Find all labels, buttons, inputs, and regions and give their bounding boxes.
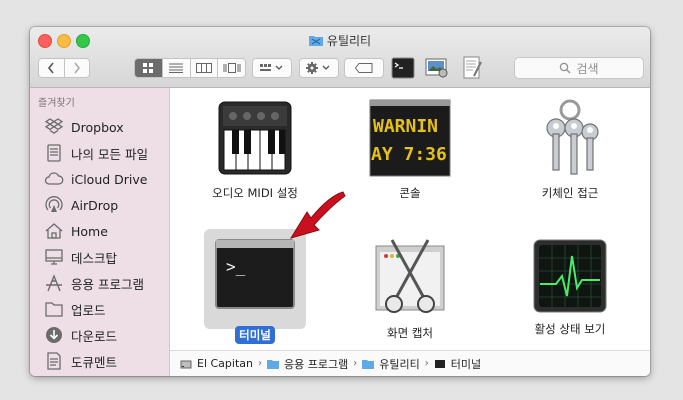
file-label-selected: 터미널 xyxy=(235,326,275,344)
file-item-terminal[interactable]: >_ 터미널 xyxy=(195,238,315,344)
list-icon xyxy=(169,63,184,73)
sidebar-item-label: 업로드 xyxy=(71,302,106,318)
desktop-icon xyxy=(45,249,63,265)
console-display-line2: AY 7:36 xyxy=(371,144,447,165)
home-icon xyxy=(45,223,63,239)
screenshot-icon xyxy=(375,239,445,313)
view-icon-button[interactable] xyxy=(135,59,162,77)
view-mode-group xyxy=(134,58,246,78)
sidebar-item-label: AirDrop xyxy=(71,197,119,213)
applications-folder-icon xyxy=(267,359,279,369)
sidebar-item-label: 도큐멘트 xyxy=(71,354,118,370)
view-list-button[interactable] xyxy=(161,59,190,77)
sidebar-item-airdrop[interactable]: AirDrop xyxy=(44,194,118,216)
sidebar-item-downloads[interactable]: 다운로드 xyxy=(44,324,117,346)
chevron-right-icon xyxy=(74,62,80,74)
arrange-button[interactable] xyxy=(252,58,292,78)
applications-icon xyxy=(46,274,62,292)
disk-icon xyxy=(180,360,192,368)
utilities-folder-icon xyxy=(308,36,323,46)
tag-button[interactable] xyxy=(344,58,384,78)
cloud-icon xyxy=(44,172,64,185)
activity-monitor-icon xyxy=(533,239,607,313)
sidebar-item-upload[interactable]: 업로드 xyxy=(44,298,106,320)
download-icon xyxy=(46,327,62,343)
sidebar-item-label: 데스크탑 xyxy=(71,250,118,266)
back-button[interactable] xyxy=(39,59,64,77)
file-label: 콘솔 xyxy=(399,186,421,200)
file-item-screenshot[interactable]: 화면 캡처 xyxy=(350,238,470,342)
chevron-left-icon xyxy=(48,62,54,74)
path-separator-icon: › xyxy=(424,358,429,369)
search-icon xyxy=(560,62,571,74)
console-display-line1: WARNIN xyxy=(373,116,438,137)
sidebar-item-applications[interactable]: 응용 프로그램 xyxy=(44,272,144,294)
sidebar-item-home[interactable]: Home xyxy=(44,220,108,242)
terminal-prompt-text: >_ xyxy=(226,257,246,276)
sidebar-item-desktop[interactable]: 데스크탑 xyxy=(44,246,117,268)
path-separator-icon: › xyxy=(258,358,262,369)
file-item-keychain[interactable]: 키체인 접근 xyxy=(510,98,630,202)
textedit-toolbar-icon[interactable] xyxy=(460,56,484,80)
sidebar-item-label: 다운로드 xyxy=(71,328,118,344)
arrange-icon xyxy=(260,64,283,71)
console-icon: WARNIN AY 7:36 xyxy=(369,99,451,177)
sidebar-item-all-files[interactable]: 나의 모든 파일 xyxy=(44,142,148,164)
sidebar-item-documents[interactable]: 도큐멘트 xyxy=(44,350,117,372)
file-item-audio-midi[interactable]: 오디오 MIDI 설정 xyxy=(195,98,315,202)
file-label: 화면 캡처 xyxy=(387,326,433,340)
document-icon xyxy=(47,352,61,370)
path-separator-icon: › xyxy=(353,358,358,369)
keychain-icon xyxy=(546,99,599,175)
forward-button[interactable] xyxy=(63,59,90,77)
sidebar-header: 즐겨찾기 xyxy=(38,98,75,109)
sidebar-item-label: Dropbox xyxy=(71,119,124,135)
preview-toolbar-icon[interactable] xyxy=(425,56,449,80)
columns-icon xyxy=(195,63,212,73)
sidebar: 즐겨찾기 Dropbox 나의 모든 파일 iCloud Drive AirDr… xyxy=(30,88,170,376)
path-item-applications[interactable]: 응용 프로그램 xyxy=(284,356,348,372)
window-title: 유틸리티 xyxy=(30,32,650,49)
coverflow-icon xyxy=(223,63,241,73)
window-title-text: 유틸리티 xyxy=(326,34,372,48)
file-label: 키체인 접근 xyxy=(541,186,599,200)
tag-icon xyxy=(355,63,373,73)
terminal-toolbar-icon[interactable] xyxy=(391,56,415,80)
file-grid: 오디오 MIDI 설정 WARNIN AY 7:36 콘솔 키체인 접근 >_ … xyxy=(170,88,650,350)
dropbox-icon xyxy=(44,118,64,134)
path-bar: El Capitan › 응용 프로그램 › 유틸리티 › 터미널 xyxy=(170,350,650,376)
annotation-arrow-icon xyxy=(289,191,346,239)
file-label: 활성 상태 보기 xyxy=(534,322,606,336)
nav-button-group xyxy=(38,58,90,78)
sidebar-item-dropbox[interactable]: Dropbox xyxy=(44,116,124,138)
sidebar-item-label: 응용 프로그램 xyxy=(71,276,144,292)
search-placeholder: 검색 xyxy=(576,61,599,76)
utilities-folder-icon xyxy=(362,359,375,369)
path-item-utilities[interactable]: 유틸리티 xyxy=(379,356,419,372)
terminal-small-icon xyxy=(434,359,445,368)
grid-icon xyxy=(143,63,154,73)
path-item-disk[interactable]: El Capitan xyxy=(197,357,253,370)
view-column-button[interactable] xyxy=(189,59,218,77)
titlebar: 유틸리티 검색 xyxy=(30,27,650,88)
folder-icon xyxy=(45,302,63,317)
search-field[interactable]: 검색 xyxy=(514,57,644,79)
sidebar-item-icloud[interactable]: iCloud Drive xyxy=(44,168,147,190)
sidebar-item-label: Home xyxy=(71,223,108,239)
sidebar-item-label: iCloud Drive xyxy=(71,171,148,187)
file-item-activity-monitor[interactable]: 활성 상태 보기 xyxy=(510,238,630,338)
terminal-icon: >_ xyxy=(215,239,295,309)
file-item-console[interactable]: WARNIN AY 7:36 콘솔 xyxy=(350,98,470,202)
path-item-terminal[interactable]: 터미널 xyxy=(451,356,481,372)
view-coverflow-button[interactable] xyxy=(217,59,245,77)
gear-icon xyxy=(306,62,330,74)
sidebar-item-label: 나의 모든 파일 xyxy=(71,146,148,162)
airdrop-icon xyxy=(45,196,63,212)
midi-keyboard-icon xyxy=(218,101,292,175)
action-button[interactable] xyxy=(299,58,339,78)
all-files-icon xyxy=(47,144,61,162)
